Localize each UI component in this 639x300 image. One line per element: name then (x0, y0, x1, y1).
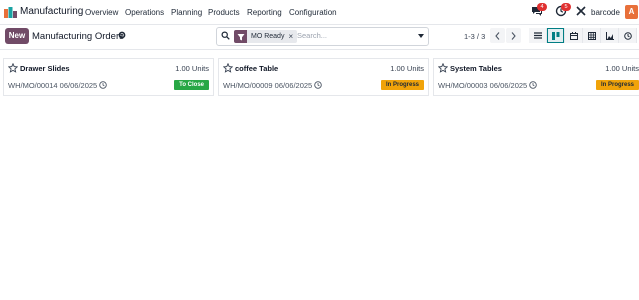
kanban-card[interactable]: coffee Table 1.00 Units WH/MO/00009 06/0… (218, 58, 429, 96)
view-switcher (529, 28, 637, 43)
card-reference-text: WH/MO/00003 06/06/2025 (438, 81, 528, 90)
list-view-button[interactable] (529, 28, 547, 43)
clock-icon[interactable] (314, 81, 322, 89)
search-input[interactable] (297, 29, 407, 42)
calendar-view-icon (569, 31, 578, 40)
pager-next-button[interactable] (506, 28, 521, 43)
card-product-name: coffee Table (235, 64, 279, 73)
menu-products[interactable]: Products (208, 8, 240, 17)
card-quantity: 1.00 Units (390, 64, 424, 73)
company-switcher[interactable]: barcode (591, 8, 620, 17)
close-icon[interactable]: × (288, 32, 297, 41)
control-panel: New Manufacturing Orders MO Ready × 1-3 … (0, 25, 639, 50)
star-icon[interactable] (8, 63, 18, 73)
filter-icon (234, 30, 247, 43)
card-product-name: System Tables (450, 64, 502, 73)
card-reference: WH/MO/00009 06/06/2025 (223, 81, 322, 90)
card-quantity: 1.00 Units (175, 64, 209, 73)
menu-overview[interactable]: Overview (85, 8, 118, 17)
card-reference-text: WH/MO/00009 06/06/2025 (223, 81, 313, 90)
card-reference-text: WH/MO/00014 06/06/2025 (8, 81, 98, 90)
tools-icon (576, 6, 586, 16)
status-badge: In Progress (595, 80, 639, 90)
top-navbar: Manufacturing Overview Operations Planni… (0, 0, 639, 25)
search-icon[interactable] (221, 31, 230, 40)
chevron-right-icon (511, 31, 516, 40)
menu-configuration[interactable]: Configuration (289, 8, 337, 17)
app-name[interactable]: Manufacturing (20, 6, 83, 17)
menu-reporting[interactable]: Reporting (247, 8, 282, 17)
card-reference: WH/MO/00003 06/06/2025 (438, 81, 537, 90)
activities-button[interactable]: 5 (555, 3, 571, 19)
manufacturing-logo-icon[interactable] (4, 5, 17, 18)
pivot-view-button[interactable] (583, 28, 601, 43)
breadcrumb-title: Manufacturing Orders (32, 31, 124, 42)
user-avatar[interactable]: A (625, 5, 638, 19)
clock-icon[interactable] (99, 81, 107, 89)
graph-view-button[interactable] (601, 28, 619, 43)
activity-view-button[interactable] (619, 28, 637, 43)
graph-view-icon (605, 31, 614, 40)
kanban-view-button[interactable] (547, 28, 565, 43)
list-view-icon (533, 32, 542, 39)
clock-icon[interactable] (529, 81, 537, 89)
filter-facet[interactable]: MO Ready × (234, 30, 298, 43)
kanban-view-icon (551, 31, 559, 40)
card-product-name: Drawer Slides (20, 64, 70, 73)
menu-operations[interactable]: Operations (125, 8, 164, 17)
gear-icon[interactable] (118, 31, 126, 39)
card-quantity: 1.00 Units (605, 64, 639, 73)
kanban-card[interactable]: System Tables 1.00 Units WH/MO/00003 06/… (433, 58, 639, 96)
messages-count-badge: 4 (537, 3, 547, 11)
pager-previous-button[interactable] (490, 28, 505, 43)
facet-label: MO Ready (251, 33, 285, 40)
menu-planning[interactable]: Planning (171, 8, 202, 17)
star-icon[interactable] (438, 63, 448, 73)
new-button[interactable]: New (5, 28, 29, 44)
chevron-left-icon (495, 31, 500, 40)
messages-button[interactable]: 4 (531, 3, 547, 19)
tools-button[interactable] (576, 5, 586, 19)
activity-view-icon (623, 31, 632, 40)
card-reference: WH/MO/00014 06/06/2025 (8, 81, 107, 90)
kanban-card[interactable]: Drawer Slides 1.00 Units WH/MO/00014 06/… (3, 58, 214, 96)
activities-count-badge: 5 (561, 3, 571, 11)
search-bar[interactable]: MO Ready × (216, 27, 429, 46)
calendar-view-button[interactable] (565, 28, 583, 43)
status-badge: In Progress (380, 80, 424, 90)
caret-down-icon[interactable] (418, 34, 424, 38)
pivot-view-icon (587, 31, 596, 40)
star-icon[interactable] (223, 63, 233, 73)
status-badge: To Close (174, 80, 209, 90)
pager-value[interactable]: 1-3 / 3 (464, 32, 485, 41)
